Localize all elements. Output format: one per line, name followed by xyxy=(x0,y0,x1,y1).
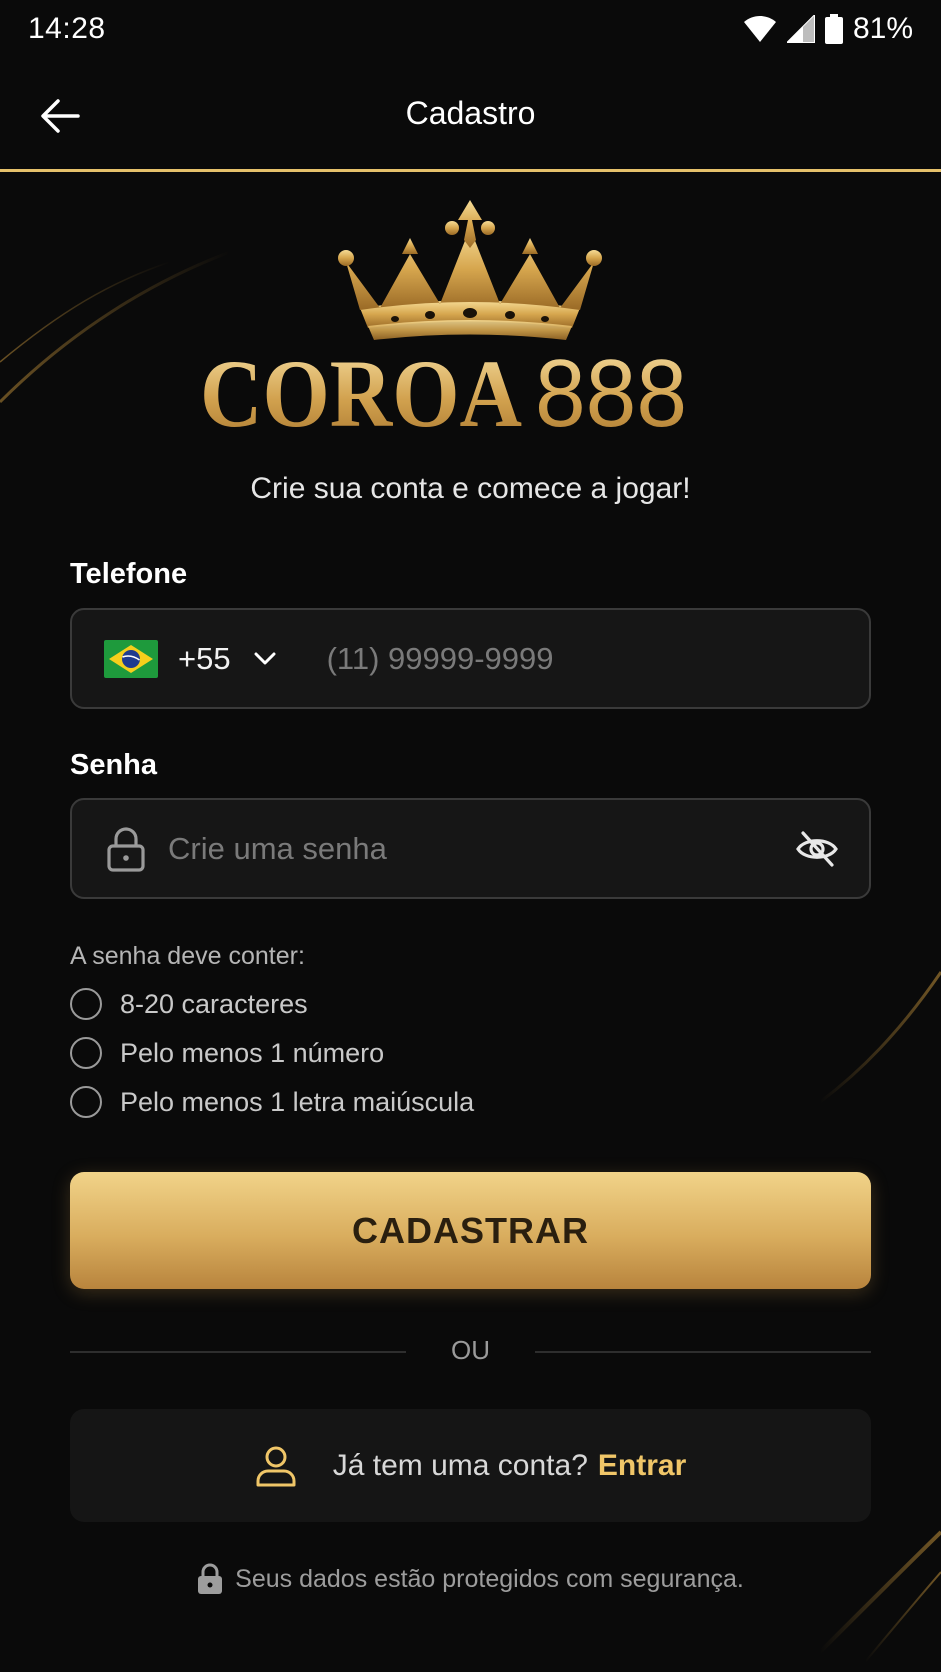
eye-off-icon[interactable] xyxy=(795,829,839,869)
lock-icon xyxy=(198,1563,223,1594)
wifi-icon xyxy=(743,16,776,42)
phone-input[interactable] xyxy=(326,640,767,677)
signal-icon xyxy=(786,15,815,43)
lock-icon xyxy=(107,826,145,872)
back-button[interactable] xyxy=(30,86,90,146)
phone-label: Telefone xyxy=(70,558,188,590)
login-link[interactable]: Entrar xyxy=(598,1449,686,1483)
password-rule: 8-20 caracteres xyxy=(70,988,308,1020)
phone-field: +55 xyxy=(70,608,871,709)
page-subtitle: Crie sua conta e comece a jogar! xyxy=(250,472,691,505)
rule-text: 8-20 caracteres xyxy=(120,988,308,1019)
password-rule: Pelo menos 1 número xyxy=(70,1037,384,1069)
user-icon xyxy=(256,1446,296,1486)
battery-icon xyxy=(824,14,843,44)
app-bar: Cadastro xyxy=(0,58,941,172)
register-button[interactable]: CADASTRAR xyxy=(70,1172,871,1289)
coroa888-logo: COROA 888 xyxy=(200,200,687,438)
security-note: Seus dados estão protegidos com seguranç… xyxy=(0,1563,941,1595)
brazil-flag-icon[interactable] xyxy=(104,639,158,678)
rule-check-icon xyxy=(70,1037,102,1069)
logo-number: 888 xyxy=(535,340,687,438)
page-title: Cadastro xyxy=(405,95,536,131)
login-question: Já tem uma conta? xyxy=(332,1448,588,1482)
arrow-left-icon xyxy=(41,99,80,133)
rule-check-icon xyxy=(70,1086,102,1118)
password-rules-title: A senha deve conter: xyxy=(70,942,305,970)
login-link-card[interactable]: Já tem uma conta? Entrar xyxy=(70,1409,871,1522)
password-rule: Pelo menos 1 letra maiúscula xyxy=(70,1086,474,1118)
crown-icon xyxy=(338,200,602,340)
password-input[interactable] xyxy=(168,830,748,867)
divider-text: OU xyxy=(451,1335,490,1365)
chevron-down-icon[interactable] xyxy=(253,651,277,667)
status-icons: 81% xyxy=(743,12,913,46)
status-bar: 14:28 81% xyxy=(0,0,941,58)
password-label: Senha xyxy=(70,749,158,781)
battery-percent: 81% xyxy=(852,12,913,45)
rule-check-icon xyxy=(70,988,102,1020)
rule-text: Pelo menos 1 letra maiúscula xyxy=(120,1086,475,1117)
logo-word: COROA xyxy=(200,340,522,438)
rule-text: Pelo menos 1 número xyxy=(120,1037,385,1068)
password-field xyxy=(70,798,871,899)
status-time: 14:28 xyxy=(28,12,106,45)
security-note-text: Seus dados estão protegidos com seguranç… xyxy=(235,1564,744,1593)
country-code[interactable]: +55 xyxy=(178,641,231,677)
